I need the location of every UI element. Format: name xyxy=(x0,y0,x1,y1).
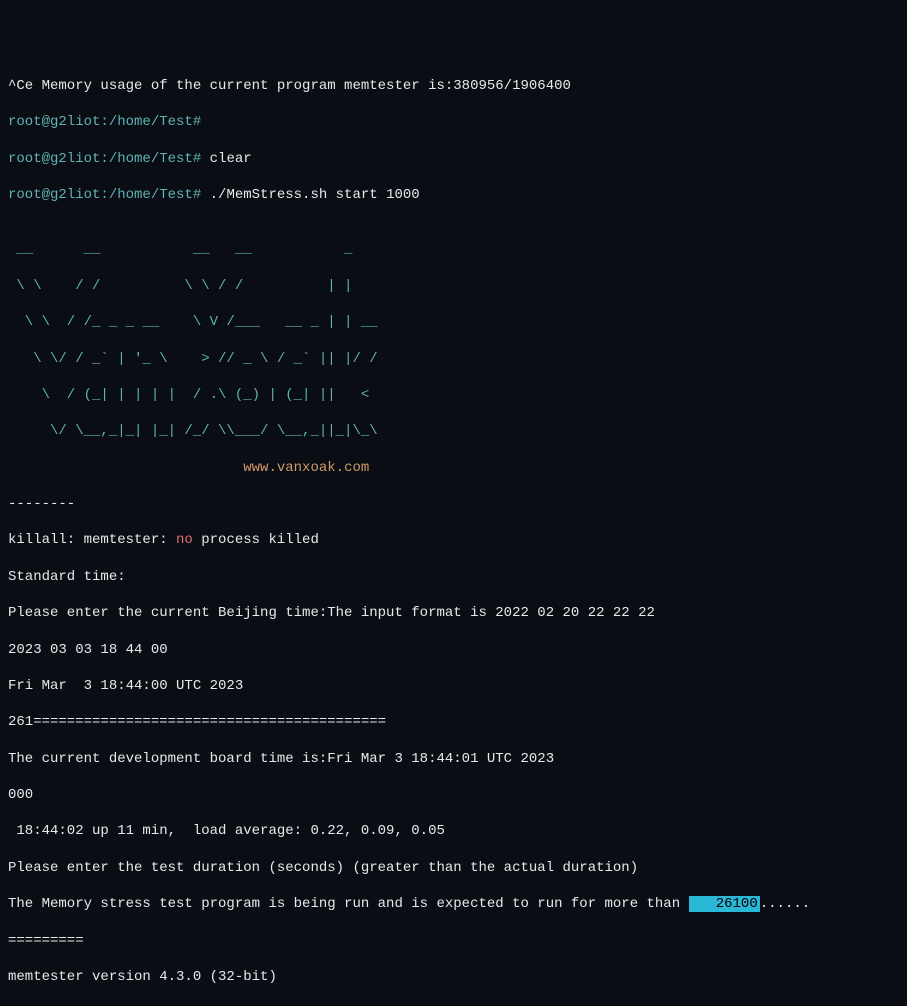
output-line: Standard time: xyxy=(8,568,899,586)
output-line: memtester version 4.3.0 (32-bit) xyxy=(8,968,899,986)
ascii-art-line: __ __ __ __ _ xyxy=(8,240,899,258)
prompt-host: root@g2liot:/home/Test# xyxy=(8,114,201,130)
prompt-host: root@g2liot:/home/Test# xyxy=(8,151,201,167)
separator-line: 261=====================================… xyxy=(8,713,899,731)
output-line: Copyright (C) 2001-2012 Charles Cazabon. xyxy=(8,1004,899,1006)
command-text: ./MemStress.sh start 1000 xyxy=(201,187,419,203)
output-line: 000 xyxy=(8,786,899,804)
error-text: no xyxy=(176,532,193,548)
input-line[interactable]: 2023 03 03 18 44 00 xyxy=(8,641,899,659)
killall-line: killall: memtester: no process killed xyxy=(8,531,899,549)
separator-line: ========= xyxy=(8,932,899,950)
ascii-art-line: \ \/ / _` | '_ \ > // _ \ / _` || |/ / xyxy=(8,350,899,368)
prompt-host: root@g2liot:/home/Test# xyxy=(8,187,201,203)
highlighted-value: 26100 xyxy=(689,896,760,912)
output-line: Please enter the test duration (seconds)… xyxy=(8,859,899,877)
output-line: ^Ce Memory usage of the current program … xyxy=(8,77,899,95)
separator-line: -------- xyxy=(8,495,899,513)
command-text: clear xyxy=(201,151,251,167)
stress-line: The Memory stress test program is being … xyxy=(8,895,899,913)
output-line: Please enter the current Beijing time:Th… xyxy=(8,604,899,622)
url-line: www.vanxoak.com xyxy=(8,459,899,477)
ascii-art-line: \ \ / /_ _ _ __ \ V /___ __ _ | | __ xyxy=(8,313,899,331)
ascii-art-line: \ / (_| | | | | / .\ (_) | (_| || < xyxy=(8,386,899,404)
prompt-line[interactable]: root@g2liot:/home/Test# clear xyxy=(8,150,899,168)
prompt-line[interactable]: root@g2liot:/home/Test# xyxy=(8,113,899,131)
output-line: 18:44:02 up 11 min, load average: 0.22, … xyxy=(8,822,899,840)
ascii-art-line: \/ \__,_|_| |_| /_/ \\___/ \__,_||_|\_\ xyxy=(8,422,899,440)
output-line: The current development board time is:Fr… xyxy=(8,750,899,768)
ascii-art-line: \ \ / / \ \ / / | | xyxy=(8,277,899,295)
output-line: Fri Mar 3 18:44:00 UTC 2023 xyxy=(8,677,899,695)
url-text: www.vanxoak.com xyxy=(243,460,369,476)
prompt-line[interactable]: root@g2liot:/home/Test# ./MemStress.sh s… xyxy=(8,186,899,204)
